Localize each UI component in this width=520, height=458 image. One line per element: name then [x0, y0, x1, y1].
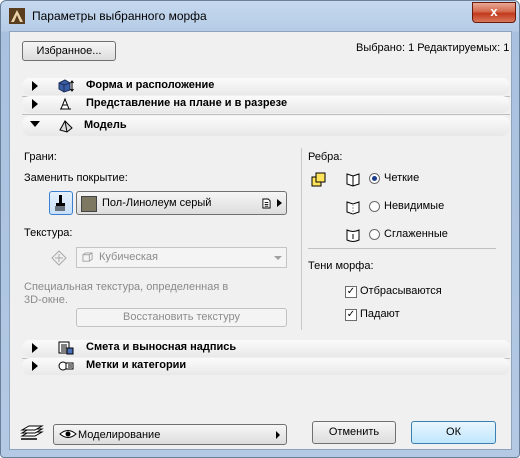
eye-icon [59, 430, 77, 438]
texture-cube-icon [82, 252, 93, 262]
sharp-edges-icon [346, 173, 360, 187]
layers-icon [20, 425, 44, 440]
section-plan-section[interactable]: Представление на плане и в разрезе [22, 96, 510, 113]
edges-smooth-label[interactable]: Сглаженные [384, 228, 448, 240]
restore-texture-button[interactable]: Восстановить текстуру [76, 308, 287, 327]
edges-hidden-label[interactable]: Невидимые [384, 200, 444, 212]
dropdown-arrow-icon [274, 256, 282, 260]
receive-shadows-label[interactable]: Падают [360, 308, 400, 320]
expand-arrow-icon[interactable] [32, 99, 38, 109]
edges-label: Ребра: [308, 151, 343, 163]
title-bar[interactable]: Параметры выбранного морфа x [1, 1, 519, 31]
cube-move-icon [58, 79, 74, 93]
texture-label: Текстура: [24, 227, 73, 239]
section-listing-label[interactable]: Смета и выносная надпись [22, 340, 510, 357]
section-tags-categories[interactable]: Метки и категории [22, 358, 510, 375]
expand-arrow-icon[interactable] [32, 81, 38, 91]
section-shape-position[interactable]: Форма и расположение [22, 78, 510, 95]
cast-shadows-label[interactable]: Отбрасываются [360, 285, 442, 297]
section-label: Форма и расположение [86, 79, 215, 91]
edges-smooth-radio[interactable] [369, 229, 380, 240]
layer-picker[interactable]: Моделирование [53, 424, 287, 445]
expand-arrow-icon[interactable] [32, 361, 38, 371]
listing-icon [58, 341, 74, 355]
surface-swatch [81, 196, 97, 212]
texture-align-icon[interactable] [50, 249, 68, 267]
section-model[interactable]: Модель [22, 116, 510, 136]
tags-icon [58, 361, 74, 371]
morph-model-icon [59, 120, 73, 133]
selection-status: Выбрано: 1 Редактируемых: 1 [356, 42, 510, 54]
dialog-window: Параметры выбранного морфа x Избранное..… [0, 0, 520, 458]
receive-shadows-checkbox[interactable]: ✓ [345, 309, 357, 321]
faces-label: Грани: [24, 151, 57, 163]
cancel-button[interactable]: Отменить [312, 421, 396, 444]
surface-picker[interactable]: Пол-Линолеум серый [76, 191, 287, 215]
window-title: Параметры выбранного морфа [32, 9, 207, 23]
close-button[interactable]: x [472, 2, 516, 23]
archicad-app-icon [9, 8, 25, 24]
collapse-arrow-icon[interactable] [30, 121, 40, 127]
floor-plan-icon [60, 97, 71, 110]
expand-arrow-icon[interactable] [32, 343, 38, 353]
document-icon [262, 198, 271, 209]
section-label: Модель [84, 119, 127, 131]
edges-sharp-label[interactable]: Четкие [384, 172, 419, 184]
edges-sharp-radio[interactable] [369, 173, 380, 184]
texture-value: Кубическая [99, 251, 158, 263]
section-label: Метки и категории [86, 359, 187, 371]
dropdown-arrow-icon [276, 431, 280, 439]
dropdown-arrow-icon [277, 199, 282, 207]
surface-value: Пол-Линолеум серый [102, 197, 212, 209]
edges-hidden-radio[interactable] [369, 201, 380, 212]
override-surface-label: Заменить покрытие: [24, 172, 128, 184]
favorites-button[interactable]: Избранное... [22, 41, 116, 61]
texture-note: Специальная текстура, определенная в 3D-… [24, 281, 229, 306]
section-label: Смета и выносная надпись [86, 341, 237, 353]
override-toggle-button[interactable] [49, 191, 73, 215]
dialog-content: Избранное... Выбрано: 1 Редактируемых: 1… [9, 31, 512, 450]
layer-value: Моделирование [78, 429, 161, 441]
ok-button[interactable]: ОК [411, 421, 496, 444]
hidden-edges-icon [346, 201, 360, 215]
texture-select[interactable]: Кубическая [76, 247, 287, 268]
smooth-edges-icon [346, 229, 360, 242]
shadows-label: Тени морфа: [308, 260, 374, 272]
edge-preview-icon [311, 172, 326, 187]
section-label: Представление на плане и в разрезе [86, 97, 288, 109]
cast-shadows-checkbox[interactable]: ✓ [345, 286, 357, 298]
paint-brush-icon [55, 195, 65, 211]
